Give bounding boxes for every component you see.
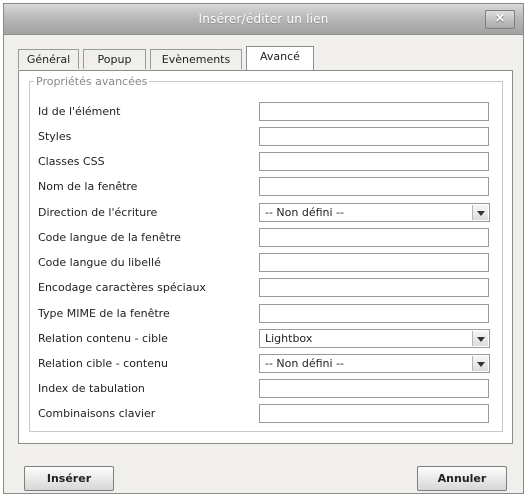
field-row-tabindex: Index de tabulation	[38, 379, 503, 399]
chevron-down-icon[interactable]	[472, 331, 488, 346]
rev-value: -- Non défini --	[265, 357, 345, 370]
styles-label: Styles	[38, 130, 72, 143]
hreflang-input[interactable]	[259, 228, 489, 247]
chevron-down-icon[interactable]	[472, 205, 488, 220]
chevron-down-icon[interactable]	[472, 356, 488, 371]
id-label: Id de l'élément	[38, 105, 121, 118]
tabindex-input[interactable]	[259, 379, 489, 398]
rel-label: Relation contenu - cible	[38, 332, 168, 345]
rel-select[interactable]: Lightbox	[259, 329, 490, 348]
field-row-styles: Styles	[38, 127, 503, 147]
classes-label: Classes CSS	[38, 155, 105, 168]
classes-input[interactable]	[259, 152, 489, 171]
field-row-accesskey: Combinaisons clavier	[38, 404, 503, 424]
field-row-target-name: Nom de la fenêtre	[38, 177, 503, 197]
rel-value: Lightbox	[265, 332, 313, 345]
field-row-charset: Encodage caractères spéciaux	[38, 278, 503, 298]
close-icon: ×	[494, 11, 506, 26]
insert-button[interactable]: Insérer	[24, 466, 114, 491]
dialog-title: Insérer/éditer un lien	[198, 12, 329, 26]
title-bar[interactable]: Insérer/éditer un lien ×	[4, 4, 523, 35]
tab-panel-advanced: Propriétés avancées Id de l'élément Styl…	[18, 70, 513, 444]
field-row-id: Id de l'élément	[38, 102, 503, 122]
target-name-input[interactable]	[259, 177, 489, 196]
cancel-button[interactable]: Annuler	[417, 466, 507, 491]
tab-events[interactable]: Evènements	[150, 49, 242, 69]
lang-input[interactable]	[259, 253, 489, 272]
tab-popup[interactable]: Popup	[83, 49, 146, 69]
styles-input[interactable]	[259, 127, 489, 146]
accesskey-input[interactable]	[259, 404, 489, 423]
accesskey-label: Combinaisons clavier	[38, 407, 156, 420]
field-row-lang: Code langue du libellé	[38, 253, 503, 273]
lang-label: Code langue du libellé	[38, 256, 161, 269]
target-name-label: Nom de la fenêtre	[38, 180, 138, 193]
mime-input[interactable]	[259, 304, 489, 323]
id-input[interactable]	[259, 102, 489, 121]
field-row-classes: Classes CSS	[38, 152, 503, 172]
field-row-rel: Relation contenu - cible Lightbox	[38, 329, 503, 349]
field-row-direction: Direction de l'écriture -- Non défini --	[38, 203, 503, 223]
fieldset-legend: Propriétés avancées	[36, 75, 148, 88]
direction-value: -- Non défini --	[265, 206, 345, 219]
tab-general[interactable]: Général	[18, 49, 79, 69]
close-button[interactable]: ×	[485, 10, 515, 29]
direction-select[interactable]: -- Non défini --	[259, 203, 490, 222]
hreflang-label: Code langue de la fenêtre	[38, 231, 181, 244]
tabindex-label: Index de tabulation	[38, 382, 145, 395]
direction-label: Direction de l'écriture	[38, 206, 158, 219]
field-row-hreflang: Code langue de la fenêtre	[38, 228, 503, 248]
field-row-mime: Type MIME de la fenêtre	[38, 304, 503, 324]
rev-label: Relation cible - contenu	[38, 357, 168, 370]
link-dialog: Insérer/éditer un lien × Général Popup E…	[3, 3, 524, 494]
field-row-rev: Relation cible - contenu -- Non défini -…	[38, 354, 503, 374]
mime-label: Type MIME de la fenêtre	[38, 307, 170, 320]
charset-input[interactable]	[259, 278, 489, 297]
charset-label: Encodage caractères spéciaux	[38, 281, 206, 294]
tab-advanced[interactable]: Avancé	[246, 46, 314, 70]
rev-select[interactable]: -- Non défini --	[259, 354, 490, 373]
